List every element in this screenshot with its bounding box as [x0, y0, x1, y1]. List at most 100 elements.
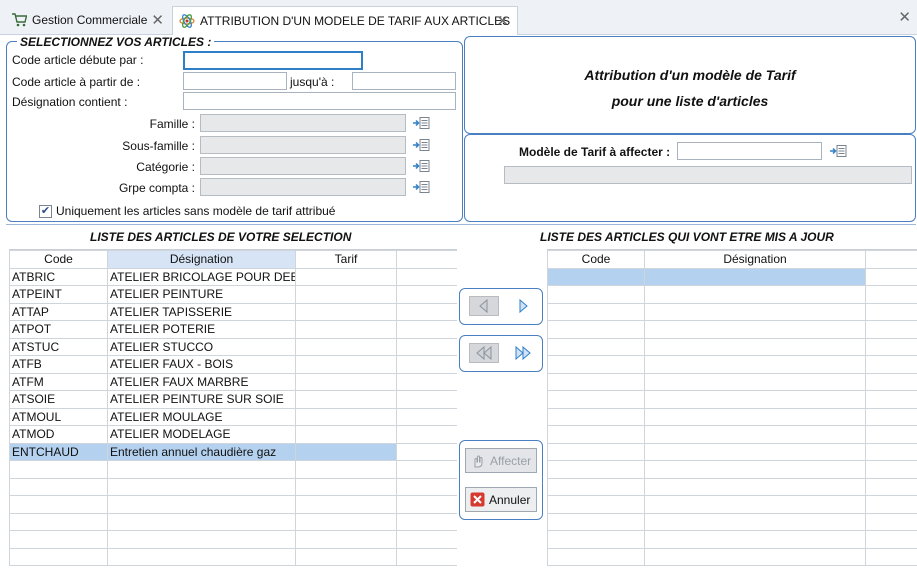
cell-code — [9, 547, 108, 566]
table-row[interactable] — [547, 355, 917, 374]
cell-empty — [396, 337, 457, 356]
table-row[interactable] — [547, 285, 917, 304]
grpecompta-input[interactable] — [200, 178, 406, 196]
categorie-input[interactable] — [200, 157, 406, 175]
close-icon[interactable]: ✕ — [496, 12, 509, 30]
column-header-designation[interactable]: Désignation — [644, 250, 866, 269]
cell-code — [547, 442, 645, 461]
column-header-code[interactable]: Code — [547, 250, 645, 269]
column-header-code[interactable]: Code — [9, 250, 108, 269]
table-row[interactable] — [9, 512, 457, 531]
table-row[interactable] — [547, 477, 917, 496]
table-row[interactable] — [547, 372, 917, 391]
cell-empty — [396, 547, 457, 566]
table-row[interactable] — [547, 302, 917, 321]
cell-designation: ATELIER MODELAGE — [107, 425, 296, 444]
sousfamille-input[interactable] — [200, 136, 406, 154]
column-header-tarif[interactable]: Tarif — [295, 250, 397, 269]
table-row[interactable]: ATFB ATELIER FAUX - BOIS — [9, 355, 457, 374]
table-row[interactable]: ATMOD ATELIER MODELAGE — [9, 425, 457, 444]
cell-code: ATFM — [9, 372, 108, 391]
categorie-select-icon[interactable] — [412, 159, 430, 173]
move-all-right-button[interactable] — [508, 343, 538, 363]
designation-input[interactable] — [183, 92, 456, 110]
move-left-button[interactable] — [469, 296, 499, 316]
table-row[interactable] — [547, 407, 917, 426]
move-one-group — [459, 288, 543, 325]
cell-designation: ATELIER TAPISSERIE — [107, 302, 296, 321]
cell-code — [547, 477, 645, 496]
cell-designation — [107, 477, 296, 496]
table-row[interactable] — [547, 512, 917, 531]
no-model-checkbox-label: Uniquement les articles sans modèle de t… — [56, 204, 336, 218]
code-starts-input[interactable] — [183, 51, 363, 70]
cell-designation: ATELIER BRICOLAGE POUR DEB — [107, 267, 296, 286]
table-row[interactable] — [547, 267, 917, 286]
table-row[interactable] — [547, 495, 917, 514]
tab-label: ATTRIBUTION D'UN MODELE DE TARIF AUX ART… — [200, 14, 511, 28]
cell-designation — [644, 460, 866, 479]
table-row[interactable] — [547, 390, 917, 409]
table-row[interactable] — [9, 477, 457, 496]
tab-gestion-commerciale[interactable]: Gestion Commerciale ✕ — [5, 6, 172, 33]
right-grid-title: LISTE DES ARTICLES QUI VONT ETRE MIS A J… — [540, 230, 834, 244]
cell-empty — [396, 407, 457, 426]
table-row[interactable] — [547, 530, 917, 549]
table-row[interactable]: ATSOIE ATELIER PEINTURE SUR SOIE — [9, 390, 457, 409]
table-row[interactable] — [9, 530, 457, 549]
close-icon[interactable]: ✕ — [151, 11, 164, 29]
table-row[interactable]: ATPOT ATELIER POTERIE — [9, 320, 457, 339]
cell-designation — [644, 390, 866, 409]
no-model-checkbox[interactable]: ✔ — [39, 205, 52, 218]
table-row[interactable] — [547, 442, 917, 461]
cell-code — [547, 495, 645, 514]
cell-code: ATMOUL — [9, 407, 108, 426]
cell-designation — [644, 302, 866, 321]
table-row[interactable] — [547, 320, 917, 339]
cell-empty — [865, 390, 917, 409]
tab-attribution[interactable]: ATTRIBUTION D'UN MODELE DE TARIF AUX ART… — [172, 6, 518, 35]
famille-select-icon[interactable] — [412, 116, 430, 130]
table-row[interactable]: ATPEINT ATELIER PEINTURE — [9, 285, 457, 304]
cell-tarif — [295, 320, 397, 339]
table-row[interactable] — [9, 495, 457, 514]
double-arrow-right-icon — [515, 346, 531, 360]
table-row[interactable]: ATMOUL ATELIER MOULAGE — [9, 407, 457, 426]
table-row[interactable]: ATTAP ATELIER TAPISSERIE — [9, 302, 457, 321]
code-from-label: Code article à partir de : — [12, 75, 141, 89]
cell-designation — [644, 407, 866, 426]
table-row[interactable]: ENTCHAUD Entretien annuel chaudière gaz — [9, 442, 457, 461]
model-input[interactable] — [677, 142, 822, 160]
model-select-icon[interactable] — [829, 144, 847, 158]
table-row[interactable] — [547, 547, 917, 566]
left-grid: Code Désignation Tarif ATBRIC ATELIER BRI… — [9, 249, 457, 580]
table-row[interactable] — [9, 547, 457, 566]
cell-code: ATSOIE — [9, 390, 108, 409]
cart-icon — [11, 12, 27, 28]
annuler-button[interactable]: Annuler — [465, 487, 537, 512]
affecter-button[interactable]: Affecter — [465, 448, 537, 473]
column-header-designation[interactable]: Désignation — [107, 250, 296, 269]
grpecompta-select-icon[interactable] — [412, 180, 430, 194]
cell-code — [9, 530, 108, 549]
cell-empty — [865, 372, 917, 391]
table-row[interactable]: ATFM ATELIER FAUX MARBRE — [9, 372, 457, 391]
table-row[interactable]: ATSTUC ATELIER STUCCO — [9, 337, 457, 356]
move-right-button[interactable] — [508, 296, 538, 316]
table-row[interactable] — [9, 460, 457, 479]
hand-pointer-icon — [474, 455, 483, 467]
famille-input[interactable] — [200, 114, 406, 132]
move-all-left-button[interactable] — [469, 343, 499, 363]
cell-empty — [865, 355, 917, 374]
window-close-icon[interactable]: ✕ — [898, 8, 911, 26]
table-row[interactable] — [547, 460, 917, 479]
code-to-input[interactable] — [352, 72, 456, 90]
table-row[interactable] — [547, 425, 917, 444]
tab-bar: Gestion Commerciale ✕ ATTRIBUTION D'UN M… — [0, 0, 917, 35]
sousfamille-select-icon[interactable] — [412, 138, 430, 152]
table-row[interactable] — [547, 337, 917, 356]
table-row[interactable]: ATBRIC ATELIER BRICOLAGE POUR DEB — [9, 267, 457, 286]
code-from-input[interactable] — [183, 72, 287, 90]
cell-empty — [396, 530, 457, 549]
cell-code: ATPOT — [9, 320, 108, 339]
